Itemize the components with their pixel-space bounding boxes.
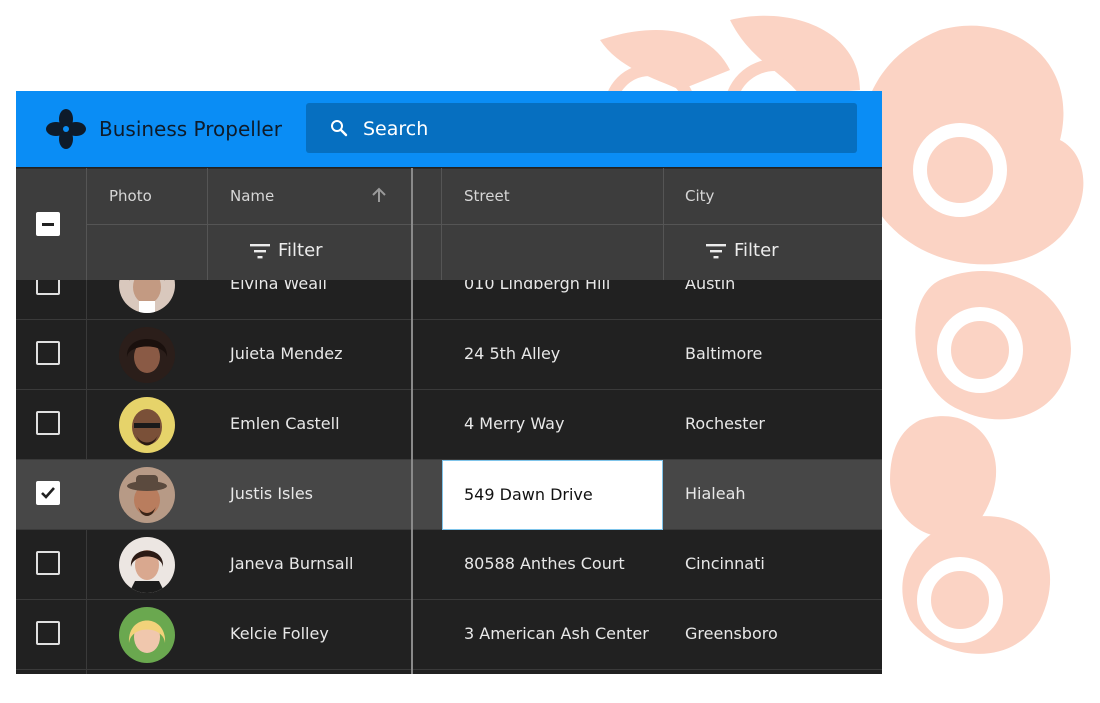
name-cell[interactable]: Emlen Castell [230, 414, 340, 433]
sort-ascending-icon[interactable] [371, 186, 387, 204]
city-filter-button[interactable]: Filter [706, 240, 779, 261]
avatar [119, 397, 175, 453]
search-icon [331, 120, 348, 137]
table-row[interactable]: Kelcie Folley 3 American Ash Center Gree… [16, 600, 882, 670]
name-filter-button[interactable]: Filter [250, 240, 323, 261]
city-cell[interactable]: Hialeah [685, 484, 746, 503]
street-cell[interactable]: 80588 Anthes Court [464, 554, 625, 573]
street-cell[interactable]: 4 Merry Way [464, 414, 564, 433]
filter-icon [706, 243, 726, 258]
avatar [119, 607, 175, 663]
filter-icon [250, 243, 270, 258]
column-header-photo[interactable]: Photo [109, 187, 152, 205]
table-row[interactable]: Juieta Mendez 24 5th Alley Baltimore [16, 320, 882, 390]
street-cell-editor[interactable]: 549 Dawn Drive [442, 460, 663, 530]
app-header: Business Propeller [16, 91, 882, 167]
row-checkbox[interactable] [36, 621, 60, 645]
app-window: Business Propeller Photo Name Street Cit… [16, 91, 882, 674]
grid-body: Elvina Weall 010 Lindbergh Hill Austin J… [16, 250, 882, 674]
indeterminate-icon [42, 223, 54, 226]
filter-label: Filter [278, 240, 323, 261]
column-header-street[interactable]: Street [464, 187, 510, 205]
grid-header: Photo Name Street City Filter Filter [16, 168, 882, 280]
select-all-checkbox[interactable] [36, 212, 60, 236]
table-row-selected[interactable]: Justis Isles 549 Dawn Drive Hialeah [16, 460, 882, 530]
row-checkbox[interactable] [36, 551, 60, 575]
name-cell[interactable]: Juieta Mendez [230, 344, 343, 363]
row-checkbox[interactable] [36, 341, 60, 365]
search-input[interactable] [361, 114, 835, 144]
table-row[interactable]: Janeva Burnsall 80588 Anthes Court Cinci… [16, 530, 882, 600]
city-cell[interactable]: Baltimore [685, 344, 762, 363]
filter-label: Filter [734, 240, 779, 261]
name-cell[interactable]: Kelcie Folley [230, 624, 329, 643]
city-cell[interactable]: Greensboro [685, 624, 778, 643]
column-header-name[interactable]: Name [230, 187, 274, 205]
row-checkbox[interactable] [36, 481, 60, 505]
city-cell[interactable]: Rochester [685, 414, 765, 433]
street-cell[interactable]: 24 5th Alley [464, 344, 560, 363]
search-box[interactable] [306, 103, 857, 153]
avatar [119, 467, 175, 523]
name-cell[interactable]: Janeva Burnsall [230, 554, 353, 573]
avatar [119, 327, 175, 383]
name-cell[interactable]: Justis Isles [230, 484, 313, 503]
street-cell[interactable]: 549 Dawn Drive [464, 485, 593, 504]
street-cell[interactable]: 3 American Ash Center [464, 624, 649, 643]
logo-icon [46, 109, 86, 149]
avatar [119, 537, 175, 593]
table-row[interactable]: Emlen Castell 4 Merry Way Rochester [16, 390, 882, 460]
column-header-city[interactable]: City [685, 187, 714, 205]
checkmark-icon [41, 487, 55, 499]
app-title: Business Propeller [99, 117, 282, 141]
city-cell[interactable]: Cincinnati [685, 554, 765, 573]
row-checkbox[interactable] [36, 411, 60, 435]
